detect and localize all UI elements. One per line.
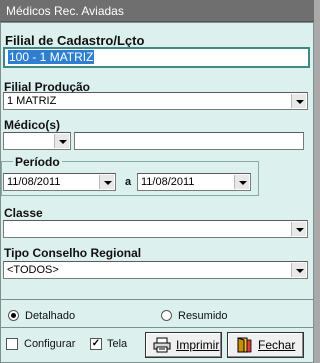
printer-icon	[153, 337, 171, 353]
filial-producao-value: 1 MATRIZ	[7, 95, 57, 107]
periodo-start-dropdown-icon[interactable]	[99, 175, 114, 189]
conselho-label: Tipo Conselho Regional	[4, 246, 142, 260]
exit-door-icon	[237, 337, 252, 353]
detalhado-radio[interactable]	[8, 310, 19, 321]
divider-bottom	[1, 327, 313, 328]
medico-name-field[interactable]	[74, 132, 304, 150]
report-window: Médicos Rec. Aviadas Filial de Cadastro/…	[0, 0, 314, 363]
periodo-start-date[interactable]: 11/08/2011	[3, 173, 116, 191]
form-panel: Filial de Cadastro/Lçto 100 - 1 MATRIZ F…	[0, 22, 314, 363]
divider	[1, 299, 313, 300]
medico-code-dropdown-icon[interactable]	[54, 134, 69, 148]
classe-label: Classe	[4, 206, 43, 220]
periodo-end-dropdown-icon[interactable]	[234, 175, 249, 189]
filial-cadastro-field[interactable]: 100 - 1 MATRIZ	[3, 47, 310, 68]
tela-label: Tela	[107, 338, 128, 350]
tela-checkbox[interactable]: ✓	[90, 338, 102, 350]
conselho-value: <TODOS>	[7, 264, 59, 276]
detalhado-label: Detalhado	[25, 310, 76, 322]
periodo-end-date[interactable]: 11/08/2011	[137, 173, 251, 191]
window-title: Médicos Rec. Aviadas	[0, 0, 314, 22]
filial-producao-dropdown-icon[interactable]	[291, 94, 306, 108]
periodo-start-value: 11/08/2011	[7, 176, 61, 188]
imprimir-label: Imprimir	[176, 338, 220, 352]
periodo-separator: a	[125, 176, 132, 188]
medico-code-select[interactable]	[3, 132, 71, 150]
filial-producao-select[interactable]: 1 MATRIZ	[3, 92, 308, 110]
resumido-radio[interactable]	[161, 310, 172, 321]
configurar-checkbox[interactable]	[6, 338, 18, 350]
fechar-label: Fechar	[258, 338, 296, 352]
classe-dropdown-icon[interactable]	[291, 222, 306, 236]
imprimir-button[interactable]: Imprimir	[145, 332, 222, 358]
configurar-label: Configurar	[24, 338, 76, 350]
conselho-dropdown-icon[interactable]	[291, 263, 306, 277]
classe-select[interactable]	[3, 220, 308, 238]
resumido-label: Resumido	[178, 310, 228, 322]
fechar-button[interactable]: Fechar	[227, 332, 304, 358]
medicos-label: Médico(s)	[4, 118, 61, 132]
filial-cadastro-value: 100 - 1 MATRIZ	[8, 50, 95, 64]
filial-cadastro-label: Filial de Cadastro/Lçto	[5, 33, 145, 48]
conselho-select[interactable]: <TODOS>	[3, 261, 308, 279]
periodo-end-value: 11/08/2011	[141, 176, 195, 188]
periodo-label: Período	[13, 155, 62, 169]
